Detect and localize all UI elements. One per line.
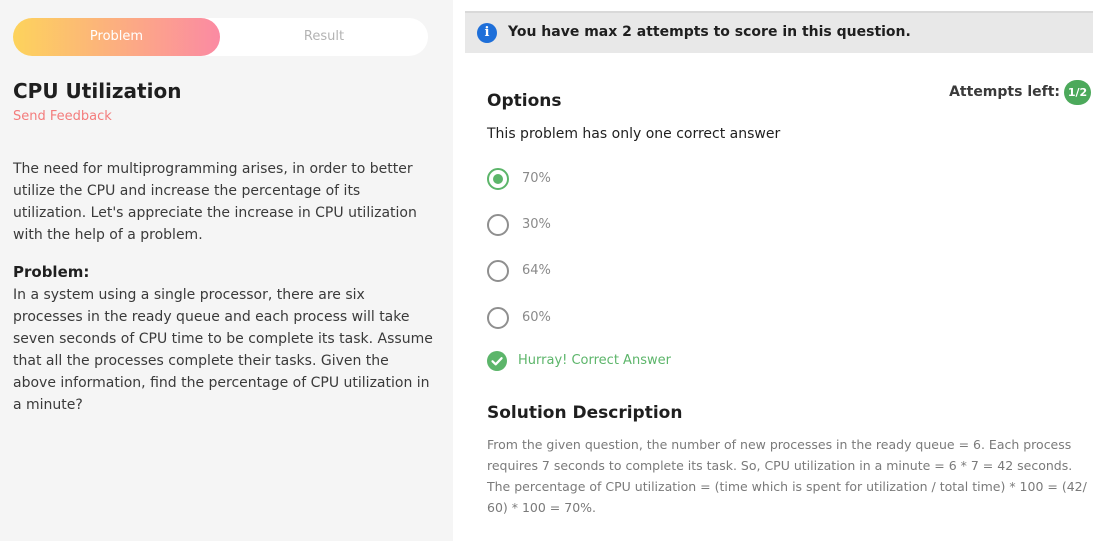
radio-button[interactable] bbox=[487, 260, 509, 282]
intro-text: The need for multiprogramming arises, in… bbox=[13, 161, 417, 243]
radio-button[interactable] bbox=[487, 214, 509, 236]
radio-button[interactable] bbox=[487, 307, 509, 329]
option-label: 60% bbox=[522, 310, 551, 325]
send-feedback-link[interactable]: Send Feedback bbox=[13, 109, 112, 124]
correct-answer-text: Hurray! Correct Answer bbox=[518, 353, 671, 368]
tab-result[interactable]: Result bbox=[220, 18, 428, 56]
attempts-banner: i You have max 2 attempts to score in th… bbox=[465, 11, 1093, 53]
option-label: 70% bbox=[522, 171, 551, 186]
solution-text: From the given question, the number of n… bbox=[487, 437, 1087, 515]
options-subtitle: This problem has only one correct answer bbox=[487, 126, 781, 142]
problem-text: In a system using a single processor, th… bbox=[13, 287, 433, 413]
tab-problem[interactable]: Problem bbox=[13, 18, 220, 56]
problem-heading: Problem: bbox=[13, 263, 90, 281]
options-card: Options Attempts left: 1/2 This problem … bbox=[465, 66, 1093, 541]
check-circle-icon bbox=[487, 351, 507, 371]
banner-text: You have max 2 attempts to score in this… bbox=[508, 24, 911, 40]
attempts-left-badge: 1/2 bbox=[1064, 80, 1091, 105]
attempts-left-label: Attempts left: bbox=[949, 84, 1060, 100]
option-label: 30% bbox=[522, 217, 551, 232]
problem-panel: Problem Result CPU Utilization Send Feed… bbox=[0, 0, 453, 541]
options-heading: Options bbox=[487, 91, 562, 111]
tab-bar: Problem Result bbox=[13, 18, 428, 56]
solution-heading: Solution Description bbox=[487, 403, 683, 423]
info-icon: i bbox=[477, 23, 497, 43]
question-title: CPU Utilization bbox=[13, 79, 182, 103]
option-label: 64% bbox=[522, 263, 551, 278]
radio-button-selected[interactable] bbox=[487, 168, 509, 190]
